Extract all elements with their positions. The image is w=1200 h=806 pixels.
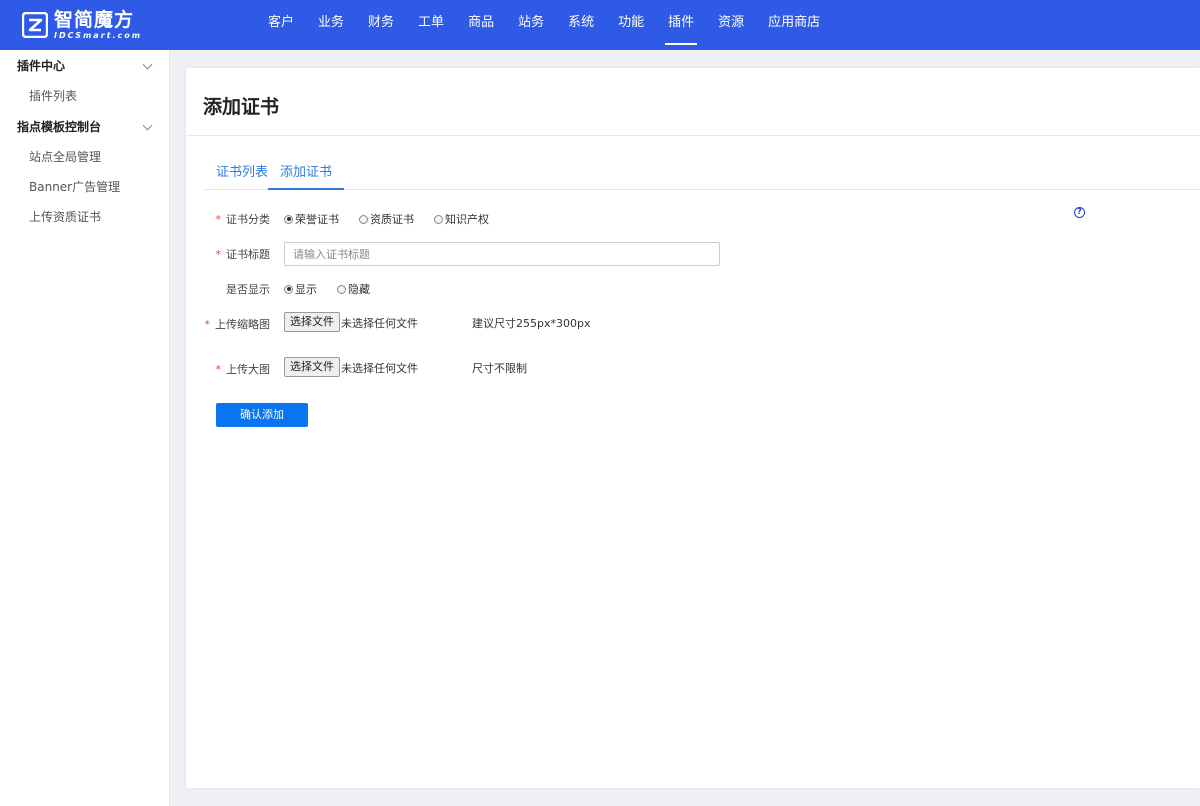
chevron-down-icon — [142, 120, 153, 131]
topnav-item-products[interactable]: 商品 — [456, 0, 506, 50]
sidebar-group-label: 指点模板控制台 — [17, 120, 102, 134]
topnav-item-tickets[interactable]: 工单 — [406, 0, 456, 50]
required-mark: * — [215, 363, 222, 376]
chevron-down-icon — [142, 59, 153, 70]
main-card: 添加证书 证书列表 添加证书 ? * 证书分类 荣誉证书 资质证书 知识产权 * 证… — [186, 68, 1200, 788]
form-row-display: 是否显示 显示 隐藏 — [186, 277, 1200, 301]
sidebar: 插件中心 插件列表 指点模板控制台 站点全局管理 Banner广告管理 上传资质… — [0, 50, 170, 806]
topnav-item-app-store[interactable]: 应用商店 — [756, 0, 832, 50]
large-image-choose-file-button[interactable]: 选择文件 — [284, 357, 340, 377]
sidebar-item-site-global[interactable]: 站点全局管理 — [0, 142, 169, 172]
tab-add-certificate[interactable]: 添加证书 — [268, 158, 345, 190]
topnav-item-business[interactable]: 业务 — [306, 0, 356, 50]
sidebar-group-label: 插件中心 — [17, 59, 66, 73]
thumbnail-file-status: 未选择任何文件 — [341, 317, 418, 330]
display-radio-group: 显示 隐藏 — [284, 281, 390, 297]
radio-checked-icon — [284, 284, 293, 294]
logo-text: 智简魔方 IDCSmart.com — [54, 8, 143, 40]
topnav-item-system[interactable]: 系统 — [556, 0, 606, 50]
topnav-item-finance[interactable]: 财务 — [356, 0, 406, 50]
sidebar-item-upload-certificate[interactable]: 上传资质证书 — [0, 202, 169, 232]
title-label: * 证书标题 — [215, 248, 271, 261]
large-image-label: * 上传大图 — [215, 363, 271, 376]
page-title: 添加证书 — [203, 96, 280, 118]
radio-qualification-certificate[interactable]: 资质证书 — [359, 211, 414, 227]
thumbnail-size-hint: 建议尺寸255px*300px — [472, 317, 591, 330]
topnav-item-customers[interactable]: 客户 — [256, 0, 306, 50]
form-row-thumbnail: * 上传缩略图 选择文件 未选择任何文件 建议尺寸255px*300px — [186, 311, 1200, 335]
certificate-title-input[interactable] — [284, 242, 720, 266]
logo-mark-icon — [21, 11, 49, 39]
form-row-title: * 证书标题 — [186, 242, 1200, 266]
topnav-item-resources[interactable]: 资源 — [706, 0, 756, 50]
sidebar-group-plugin-center[interactable]: 插件中心 — [0, 51, 169, 81]
brand-logo[interactable]: 智简魔方 IDCSmart.com — [21, 8, 143, 42]
radio-honor-certificate[interactable]: 荣誉证书 — [284, 211, 339, 227]
top-nav-menu: 客户 业务 财务 工单 商品 站务 系统 功能 插件 资源 应用商店 — [256, 0, 832, 50]
radio-intellectual-property[interactable]: 知识产权 — [434, 211, 489, 227]
radio-hide[interactable]: 隐藏 — [337, 281, 370, 297]
sidebar-item-banner-ads[interactable]: Banner广告管理 — [0, 172, 169, 202]
radio-unchecked-icon — [337, 284, 346, 294]
form-row-large-image: * 上传大图 选择文件 未选择任何文件 尺寸不限制 — [186, 356, 1200, 380]
required-mark: * — [215, 213, 222, 226]
title-divider — [186, 135, 1200, 136]
large-image-size-hint: 尺寸不限制 — [472, 362, 527, 375]
radio-checked-icon — [284, 214, 293, 224]
large-image-file-status: 未选择任何文件 — [341, 362, 418, 375]
radio-unchecked-icon — [359, 214, 368, 224]
top-navigation-bar: 智简魔方 IDCSmart.com 客户 业务 财务 工单 商品 站务 系统 功… — [0, 0, 1200, 50]
required-mark: * — [215, 248, 222, 261]
sidebar-group-template-console[interactable]: 指点模板控制台 — [0, 112, 169, 142]
tab-bar: 证书列表 添加证书 — [204, 158, 1200, 190]
logo-name-cn: 智简魔方 — [54, 8, 135, 31]
topnav-item-plugins[interactable]: 插件 — [656, 0, 706, 50]
thumbnail-choose-file-button[interactable]: 选择文件 — [284, 312, 340, 332]
topnav-item-site-affairs[interactable]: 站务 — [506, 0, 556, 50]
radio-show[interactable]: 显示 — [284, 281, 317, 297]
display-label: 是否显示 — [226, 283, 270, 296]
logo-name-en: IDCSmart.com — [54, 30, 143, 40]
radio-unchecked-icon — [434, 214, 443, 224]
confirm-add-button[interactable]: 确认添加 — [216, 403, 308, 427]
category-radio-group: 荣誉证书 资质证书 知识产权 — [284, 211, 509, 227]
form-row-category: * 证书分类 荣誉证书 资质证书 知识产权 — [186, 207, 1200, 231]
thumbnail-label: * 上传缩略图 — [204, 318, 271, 331]
topnav-item-features[interactable]: 功能 — [606, 0, 656, 50]
sidebar-item-plugin-list[interactable]: 插件列表 — [0, 81, 169, 111]
category-label: * 证书分类 — [215, 213, 271, 226]
required-mark: * — [204, 318, 211, 331]
